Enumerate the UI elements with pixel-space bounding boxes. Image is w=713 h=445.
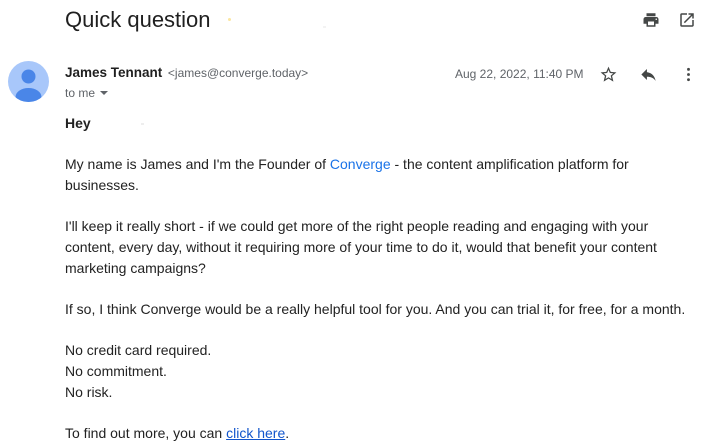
body-line-no-credit-card: No credit card required. — [65, 342, 212, 358]
reply-icon[interactable] — [638, 64, 658, 84]
body-paragraph-trial: If so, I think Converge would be a reall… — [65, 301, 686, 317]
body-line-no-risk: No risk. — [65, 384, 113, 400]
subject-toolbar — [641, 10, 697, 30]
email-body: Hey My name is James and I'm the Founder… — [65, 113, 695, 444]
recipient-details-toggle[interactable]: to me — [65, 86, 109, 100]
email-date: Aug 22, 2022, 11:40 PM — [455, 67, 584, 81]
sender-line: James Tennant <james@converge.today> — [65, 65, 308, 80]
print-icon[interactable] — [641, 10, 661, 30]
body-paragraph-intro: My name is James and I'm the Founder of … — [65, 156, 629, 193]
sender-name[interactable]: James Tennant — [65, 65, 162, 80]
converge-link[interactable]: Converge — [330, 156, 391, 172]
email-subject: Quick question — [65, 7, 211, 32]
body-paragraph-pitch: I'll keep it really short - if we could … — [65, 218, 657, 276]
sender-email: <james@converge.today> — [167, 66, 309, 80]
more-vertical-icon[interactable] — [678, 64, 698, 84]
body-line-no-commitment: No commitment. — [65, 363, 167, 379]
subject-artifact — [323, 26, 326, 28]
email-greeting: Hey — [65, 113, 695, 134]
recipient-label: to me — [65, 86, 96, 100]
avatar-icon[interactable] — [8, 61, 49, 102]
body-paragraph-cta: To find out more, you can click here. — [65, 425, 290, 441]
subject-artifact — [228, 18, 231, 21]
message-actions — [598, 64, 698, 84]
chevron-down-icon — [100, 91, 109, 95]
star-icon[interactable] — [598, 64, 618, 84]
email-view: Quick question James Tennant <james@conv… — [0, 0, 713, 445]
click-here-link[interactable]: click here — [226, 425, 285, 441]
open-in-new-window-icon[interactable] — [677, 10, 697, 30]
